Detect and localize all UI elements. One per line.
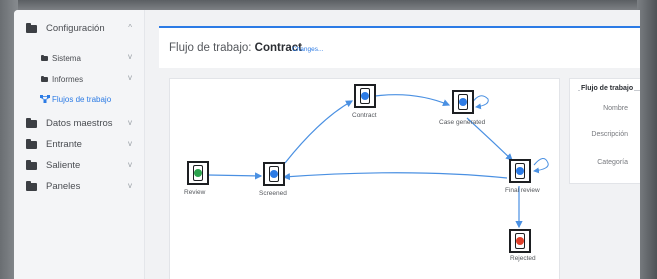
- status-indicator: [459, 98, 467, 106]
- workflow-node-screened[interactable]: [263, 162, 285, 186]
- folder-icon: [26, 181, 37, 191]
- chevron-down-icon: v: [128, 181, 132, 190]
- sidebar-item-label: Sistema: [52, 54, 81, 63]
- page-header: Flujo de trabajo: Contract Changes...: [159, 28, 640, 68]
- folder-icon: [26, 160, 37, 170]
- folder-icon: [41, 76, 48, 82]
- node-label-case-generated: Case generated: [439, 119, 486, 126]
- folder-icon: [26, 139, 37, 149]
- sidebar-item-label: Configuración: [46, 23, 105, 34]
- connector-final-review-screened[interactable]: [282, 172, 508, 181]
- sidebar: Configuración ^ Sistema v Informes v Flu…: [14, 10, 145, 279]
- workflow-node-rejected[interactable]: [509, 229, 531, 253]
- status-indicator: [361, 92, 369, 100]
- sidebar-item-paneles[interactable]: Paneles v: [14, 177, 144, 197]
- sidebar-item-label: Paneles: [46, 181, 81, 192]
- sidebar-item-informes[interactable]: Informes v: [14, 69, 144, 89]
- connector-review-screened[interactable]: [207, 172, 263, 180]
- field-label-categoria: Categoría: [597, 159, 628, 166]
- node-label-screened: Screened: [259, 190, 287, 197]
- chevron-down-icon: v: [128, 118, 132, 127]
- status-indicator: [270, 170, 278, 178]
- panel-legend: Flujo de trabajo: [580, 85, 635, 92]
- node-label-rejected: Rejected: [510, 255, 536, 262]
- status-indicator: [516, 237, 524, 245]
- sidebar-item-label: Entrante: [46, 139, 82, 150]
- self-loop-final-review[interactable]: [533, 158, 549, 174]
- folder-icon: [26, 118, 37, 128]
- sidebar-item-label: Flujos de trabajo: [52, 95, 112, 104]
- sidebar-item-configuracion[interactable]: Configuración ^: [14, 19, 144, 39]
- field-label-nombre: Nombre: [603, 105, 628, 112]
- chevron-down-icon: v: [128, 160, 132, 169]
- workflow-connectors: [207, 94, 549, 229]
- workflow-node-review[interactable]: [187, 161, 209, 185]
- page-title-prefix: Flujo de trabajo:: [169, 42, 255, 54]
- connector-screened-contract[interactable]: [284, 100, 354, 164]
- workflow-properties-panel: Flujo de trabajo Nombre Descripción Cate…: [569, 78, 640, 184]
- sidebar-item-label: Datos maestros: [46, 118, 113, 129]
- page-title: Flujo de trabajo: Contract: [169, 42, 302, 54]
- workflow-icon: [40, 95, 50, 103]
- node-label-final-review: Final review: [505, 187, 540, 194]
- status-indicator: [516, 167, 524, 175]
- sidebar-item-label: Informes: [52, 75, 84, 84]
- status-indicator: [194, 169, 202, 177]
- workflow-node-case-generated[interactable]: [452, 90, 474, 114]
- workflow-node-final-review[interactable]: [509, 159, 531, 183]
- chevron-down-icon: v: [128, 73, 132, 82]
- sidebar-item-saliente[interactable]: Saliente v: [14, 156, 144, 176]
- main-content: Flujo de trabajo: Contract Changes... Re…: [145, 10, 640, 279]
- sidebar-item-flujos-de-trabajo[interactable]: Flujos de trabajo: [14, 89, 144, 109]
- chevron-down-icon: v: [128, 139, 132, 148]
- workflow-node-contract[interactable]: [354, 84, 376, 108]
- folder-icon: [41, 55, 48, 61]
- sidebar-item-sistema[interactable]: Sistema v: [14, 48, 144, 68]
- folder-icon: [26, 23, 37, 33]
- sidebar-item-datos-maestros[interactable]: Datos maestros v: [14, 114, 144, 134]
- self-loop-case-generated[interactable]: [471, 95, 489, 110]
- node-label-review: Review: [184, 189, 206, 196]
- changes-link[interactable]: Changes...: [292, 46, 323, 53]
- backdrop-right: [637, 0, 657, 279]
- sidebar-item-label: Saliente: [46, 160, 81, 171]
- sidebar-item-entrante[interactable]: Entrante v: [14, 135, 144, 155]
- node-label-contract: Contract: [352, 112, 377, 119]
- workflow-canvas[interactable]: Review Screened Contract Case generated …: [169, 78, 560, 279]
- field-label-descripcion: Descripción: [591, 131, 628, 138]
- connector-contract-case-generated[interactable]: [374, 94, 451, 107]
- app-screen: Configuración ^ Sistema v Informes v Flu…: [14, 10, 640, 279]
- chevron-up-icon: ^: [128, 23, 132, 32]
- chevron-down-icon: v: [128, 52, 132, 61]
